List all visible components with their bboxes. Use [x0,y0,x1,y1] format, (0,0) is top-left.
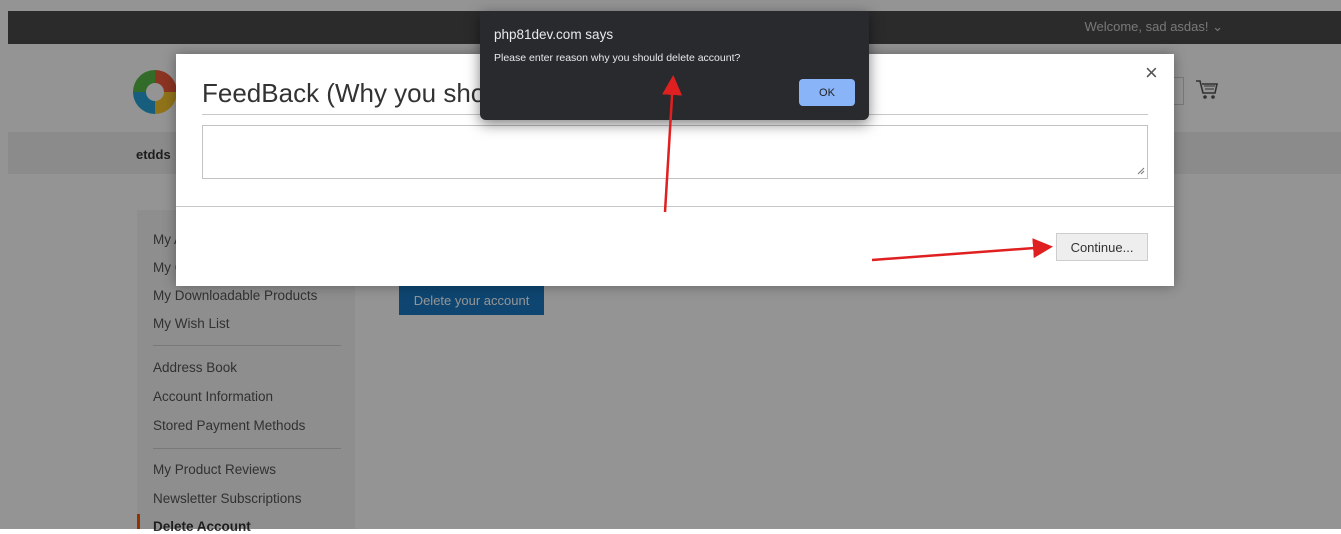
alert-ok-button[interactable]: OK [799,79,855,106]
continue-button[interactable]: Continue... [1056,233,1148,261]
alert-message: Please enter reason why you should delet… [494,52,741,64]
alert-title: php81dev.com says [494,27,614,42]
resize-handle-icon[interactable] [1137,167,1145,175]
modal-footer-divider [176,206,1174,207]
feedback-textarea[interactable] [202,125,1148,179]
close-icon[interactable]: × [1145,62,1158,84]
